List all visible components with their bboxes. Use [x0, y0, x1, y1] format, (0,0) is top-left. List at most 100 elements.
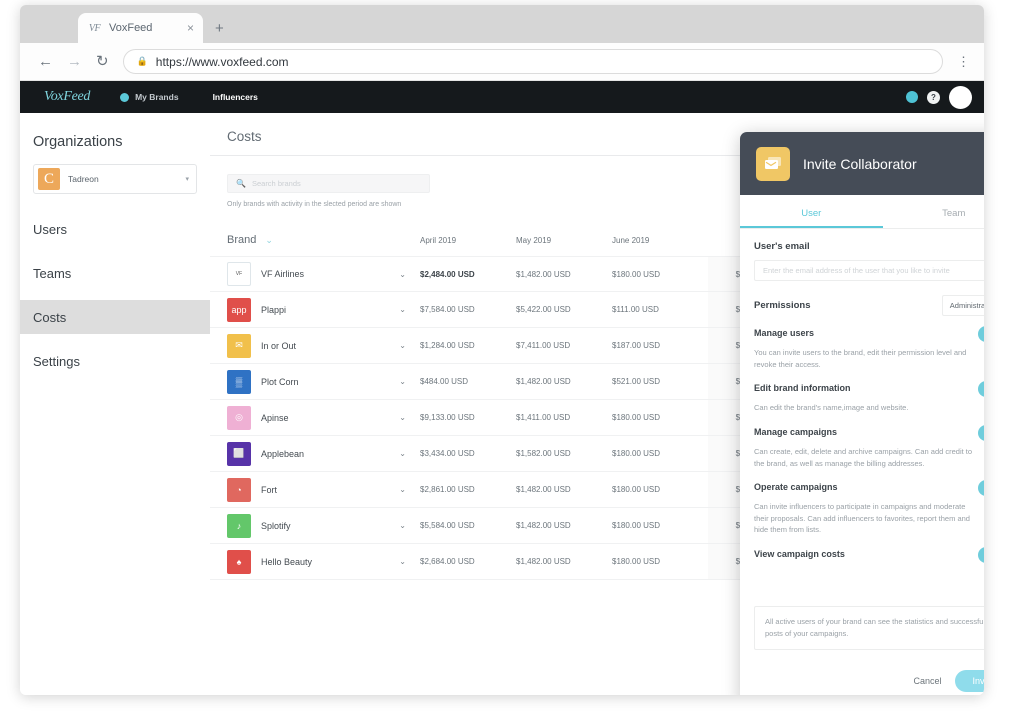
organization-selector[interactable]: C Tadreon ▾ — [33, 164, 197, 194]
invite-icon — [756, 146, 790, 181]
permission-description: Can invite influencers to participate in… — [754, 502, 970, 535]
close-tab-icon[interactable]: × — [187, 22, 194, 34]
june-cost: $187.00 USD — [612, 341, 661, 350]
june-cost: $180.00 USD — [612, 557, 661, 566]
tab-user[interactable]: User — [740, 195, 883, 228]
brand-dot-icon — [120, 92, 130, 102]
permission-name: Manage users — [754, 328, 815, 338]
sidebar-item-settings[interactable]: Settings — [20, 344, 210, 378]
expand-row-chevron-icon[interactable]: ⌄ — [399, 557, 406, 566]
june-cost: $111.00 USD — [612, 305, 659, 314]
help-icon[interactable]: ? — [927, 90, 940, 104]
permission-item: Operate campaigns Can invite influencers … — [754, 480, 984, 536]
expand-row-chevron-icon[interactable]: ⌄ — [399, 449, 406, 458]
permissions-list: Manage users You can invite users to the … — [740, 326, 984, 602]
april-cost: $5,584.00 USD — [420, 521, 475, 530]
permission-description: Can edit the brand's name,image and webs… — [754, 403, 909, 413]
cancel-button[interactable]: Cancel — [913, 676, 941, 686]
permission-item: Manage campaigns Can create, edit, delete… — [754, 424, 984, 469]
june-cost: $180.00 USD — [612, 485, 661, 494]
search-placeholder: Search brands — [251, 178, 301, 188]
modal-header: Invite Collaborator ✕ — [740, 132, 984, 195]
url-input[interactable]: 🔒 https://www.voxfeed.com — [122, 49, 943, 74]
expand-row-chevron-icon[interactable]: ⌄ — [399, 270, 406, 279]
voxfeed-favicon-icon: VF — [88, 22, 101, 34]
avatar[interactable] — [949, 85, 972, 109]
may-cost: $1,582.00 USD — [516, 449, 571, 458]
expand-row-chevron-icon[interactable]: ⌄ — [399, 305, 406, 314]
sidebar-item-teams[interactable]: Teams — [20, 256, 210, 290]
vf-airlines-logo-icon: VF — [227, 262, 251, 286]
email-label: User's email — [754, 241, 810, 252]
permission-description: You can invite users to the brand, edit … — [754, 348, 967, 369]
voxfeed-logo[interactable]: VoxFeed — [44, 89, 90, 105]
app-navbar: VoxFeed My Brands Influencers ? — [20, 81, 984, 113]
brand-cell: ✉ In or Out ⌄ — [210, 333, 420, 358]
may-cost: $7,411.00 USD — [516, 341, 571, 350]
column-header-brand-label: Brand — [227, 234, 257, 246]
permission-head: Manage users — [754, 326, 984, 342]
expand-row-chevron-icon[interactable]: ⌄ — [399, 413, 406, 422]
reload-icon[interactable]: ↻ — [96, 54, 109, 69]
june-cost: $180.00 USD — [612, 413, 661, 422]
may-cost: $1,411.00 USD — [516, 413, 571, 422]
may-cost: $1,482.00 USD — [516, 485, 571, 494]
sidebar-item-users[interactable]: Users — [20, 212, 210, 246]
search-input[interactable]: 🔍 Search brands — [227, 173, 430, 193]
column-header-june: June 2019 — [612, 235, 650, 245]
brand-name: Apinse — [261, 412, 289, 423]
navlink-my-brands-label: My Brands — [135, 92, 179, 102]
permission-toggle[interactable] — [978, 547, 984, 563]
permissions-items: Manage users You can invite users to the … — [754, 326, 984, 563]
column-header-brand[interactable]: Brand ⌄ — [210, 234, 420, 246]
browser-tab[interactable]: VF VoxFeed × — [78, 13, 203, 43]
june-cost: $180.00 USD — [612, 269, 661, 279]
permission-head: Operate campaigns — [754, 480, 984, 497]
may-cost: $1,482.00 USD — [516, 377, 571, 386]
modal-body: User's email Enter the email address of … — [740, 229, 984, 316]
navlink-influencers[interactable]: Influencers — [213, 92, 258, 102]
role-value: Administrator — [949, 301, 984, 310]
role-select[interactable]: Administrator ▾ — [941, 295, 984, 316]
splotify-logo-icon: ♪ — [227, 513, 251, 538]
expand-row-chevron-icon[interactable]: ⌄ — [399, 377, 406, 386]
expand-row-chevron-icon[interactable]: ⌄ — [399, 521, 406, 530]
permission-head: Manage campaigns — [754, 424, 984, 441]
notifications-icon[interactable] — [906, 91, 918, 103]
sidebar-item-costs[interactable]: Costs — [20, 300, 210, 334]
back-icon[interactable]: ← — [38, 54, 53, 69]
new-tab-icon[interactable]: + — [215, 21, 224, 36]
brand-name: Fort — [261, 484, 278, 495]
invite-button[interactable]: Invite — [955, 670, 984, 692]
navlink-influencers-label: Influencers — [212, 92, 258, 102]
expand-row-chevron-icon[interactable]: ⌄ — [399, 341, 406, 350]
organization-logo: C — [38, 168, 60, 190]
permission-item: View campaign costs — [754, 547, 984, 563]
browser-menu-icon[interactable]: ⋮ — [957, 55, 970, 68]
column-header-may: May 2019 — [516, 235, 552, 245]
april-cost: $2,684.00 USD — [420, 557, 475, 566]
brand-cell: app Plappi ⌄ — [210, 297, 420, 322]
url-text: https://www.voxfeed.com — [155, 54, 289, 69]
email-field[interactable]: Enter the email address of the user that… — [754, 260, 984, 281]
permission-description: Can create, edit, delete and archive cam… — [754, 446, 973, 468]
permissions-row: Permissions Administrator ▾ — [754, 295, 984, 316]
forward-icon[interactable]: → — [67, 54, 82, 69]
permission-name: Operate campaigns — [754, 482, 838, 493]
permission-toggle[interactable] — [978, 424, 984, 441]
permission-toggle[interactable] — [978, 326, 984, 342]
brand-name: Plappi — [261, 304, 287, 315]
permission-name: Edit brand information — [754, 383, 851, 394]
permission-toggle[interactable] — [978, 381, 984, 398]
hello-beauty-logo-icon: ♠ — [227, 549, 251, 574]
plot-corn-logo-icon: ▒ — [227, 369, 251, 394]
brand-name: In or Out — [261, 340, 297, 351]
permissions-label: Permissions — [754, 300, 811, 311]
june-cost: $180.00 USD — [612, 521, 661, 530]
sort-chevron-icon: ⌄ — [265, 234, 273, 245]
permission-toggle[interactable] — [978, 480, 984, 497]
navlink-my-brands[interactable]: My Brands — [120, 92, 179, 102]
permission-head: View campaign costs — [754, 547, 984, 563]
expand-row-chevron-icon[interactable]: ⌄ — [399, 485, 406, 494]
tab-team[interactable]: Team — [883, 195, 985, 228]
